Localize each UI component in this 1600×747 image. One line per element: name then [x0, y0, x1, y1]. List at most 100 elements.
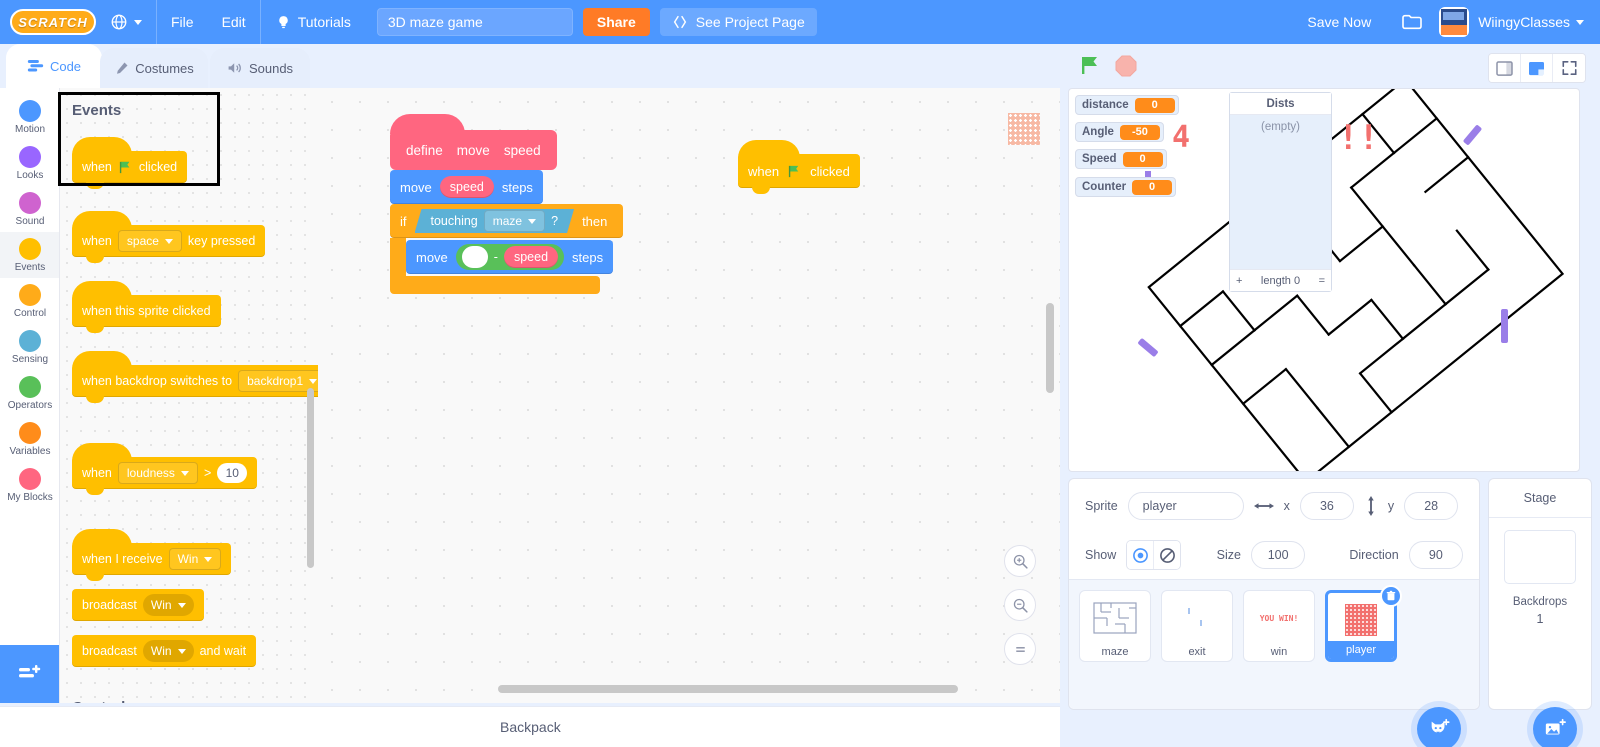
category-control[interactable]: Control — [0, 278, 60, 324]
block-move-speed-steps[interactable]: move speed steps — [390, 170, 543, 204]
see-project-page-button[interactable]: See Project Page — [659, 8, 817, 36]
add-extension-icon — [19, 665, 41, 678]
category-events[interactable]: Events — [0, 232, 60, 278]
category-looks[interactable]: Looks — [0, 140, 60, 186]
code-workspace[interactable]: define move speed move speed steps if to… — [318, 88, 1060, 703]
script-when-flag-clicked[interactable]: when clicked — [738, 140, 860, 194]
block-label: key pressed — [187, 234, 256, 248]
list-resize-handle[interactable]: = — [1319, 275, 1325, 287]
large-stage-button[interactable] — [1521, 54, 1553, 82]
block-when-flag-clicked[interactable]: when clicked — [738, 140, 860, 194]
zoom-out-button[interactable] — [1004, 589, 1036, 621]
block-subtract-operator[interactable]: - speed — [455, 244, 565, 270]
sprite-thumb-win[interactable]: YOU WIN! win — [1243, 590, 1315, 662]
sprite-info-panel: Sprite player x 36 y 28 Show Size 100 Di… — [1068, 478, 1480, 710]
eye-icon — [1132, 547, 1148, 563]
monitor-speed[interactable]: Speed 0 — [1075, 149, 1167, 169]
share-button[interactable]: Share — [582, 8, 650, 36]
key-dropdown[interactable]: space — [117, 230, 182, 252]
scratch-logo[interactable]: SCRATCH — [10, 9, 96, 35]
file-menu[interactable]: File — [157, 0, 208, 44]
block-if-then[interactable]: if touching maze ? then — [390, 204, 624, 238]
small-stage-button[interactable] — [1489, 54, 1521, 82]
category-my-blocks[interactable]: My Blocks — [0, 462, 60, 508]
block-move-minus-speed-steps[interactable]: move - speed steps — [406, 240, 614, 274]
y-position-input[interactable]: 28 — [1404, 492, 1459, 520]
broadcast-message-dropdown[interactable]: Win — [142, 594, 194, 616]
category-sound[interactable]: Sound — [0, 186, 60, 232]
monitor-list-dists[interactable]: Dists (empty) + length 0 = — [1229, 92, 1332, 292]
sprite-name-input[interactable]: player — [1127, 492, 1244, 520]
stage[interactable]: 4 N!!! distance 0 Angle -50 Speed 0 Coun… — [1068, 88, 1580, 472]
palette-block-when-this-sprite-clicked[interactable]: when this sprite clicked — [72, 281, 221, 333]
palette-scrollbar[interactable] — [307, 388, 314, 568]
zoom-reset-button[interactable] — [1004, 633, 1036, 665]
account-chevron-down-icon[interactable] — [1576, 19, 1584, 25]
tab-code-label: Code — [49, 58, 82, 74]
block-palette[interactable]: Events when clicked when space key press… — [60, 88, 318, 703]
loudness-dropdown[interactable]: loudness — [117, 462, 198, 484]
backdrop-dropdown[interactable]: backdrop1 — [238, 370, 318, 392]
green-flag-button[interactable] — [1078, 53, 1104, 79]
palette-block-when-i-receive[interactable]: when I receive Win — [72, 529, 232, 581]
add-extension-button[interactable] — [0, 645, 60, 703]
tab-code[interactable]: Code — [6, 44, 102, 88]
block-touching-maze[interactable]: touching maze ? — [415, 209, 575, 233]
avatar[interactable] — [1439, 7, 1470, 37]
backpack-bar[interactable]: Backpack — [0, 706, 1060, 747]
username-label[interactable]: WiingyClasses — [1478, 14, 1570, 30]
palette-block-when-loudness[interactable]: when loudness > 10 — [72, 443, 258, 495]
category-variables[interactable]: Variables — [0, 416, 60, 462]
show-visible-button[interactable] — [1127, 541, 1154, 569]
tutorials-menu[interactable]: Tutorials — [261, 0, 365, 44]
show-hidden-button[interactable] — [1153, 541, 1180, 569]
operand-left-input[interactable] — [461, 246, 488, 268]
chevron-down-icon — [180, 470, 189, 476]
monitor-angle[interactable]: Angle -50 — [1075, 122, 1164, 142]
zoom-in-button[interactable] — [1004, 545, 1036, 577]
palette-block-when-key-pressed[interactable]: when space key pressed — [72, 211, 266, 263]
delete-sprite-button[interactable] — [1380, 585, 1402, 607]
tab-costumes[interactable]: Costumes — [100, 48, 208, 88]
sprite-thumb-art — [1162, 595, 1232, 641]
palette-block-broadcast[interactable]: broadcast Win — [72, 589, 204, 621]
x-position-input[interactable]: 36 — [1299, 492, 1354, 520]
touching-target-dropdown[interactable]: maze — [484, 210, 545, 232]
palette-block-when-backdrop-switches[interactable]: when backdrop switches to backdrop1 — [72, 351, 318, 403]
arg-speed-reporter[interactable]: speed — [439, 176, 494, 198]
palette-block-broadcast-and-wait[interactable]: broadcast Win and wait — [72, 635, 257, 667]
save-now-button[interactable]: Save Now — [1293, 14, 1385, 30]
category-operators[interactable]: Operators — [0, 370, 60, 416]
fullscreen-button[interactable] — [1553, 54, 1585, 82]
choose-a-backdrop-button[interactable] — [1533, 707, 1577, 747]
edit-menu[interactable]: Edit — [208, 0, 260, 44]
language-selector[interactable] — [96, 0, 156, 44]
stage-backdrop-thumbnail[interactable] — [1504, 530, 1576, 584]
monitor-counter[interactable]: Counter 0 — [1075, 177, 1177, 197]
size-input[interactable]: 100 — [1250, 541, 1306, 569]
stop-button[interactable] — [1114, 54, 1138, 78]
exit-thumbnail-icon — [1188, 608, 1202, 626]
block-define-move[interactable]: define move speed — [390, 114, 557, 170]
category-motion[interactable]: Motion — [0, 94, 60, 140]
loudness-threshold-input[interactable]: 10 — [217, 463, 248, 483]
tab-sounds[interactable]: Sounds — [210, 48, 310, 88]
sprite-thumb-player[interactable]: player — [1325, 585, 1402, 662]
palette-block-when-flag-clicked[interactable]: when clicked — [72, 137, 188, 189]
message-dropdown[interactable]: Win — [168, 548, 222, 570]
sprite-thumb-exit[interactable]: exit — [1161, 590, 1233, 662]
backpack-label: Backpack — [500, 719, 561, 735]
direction-input[interactable]: 90 — [1408, 541, 1464, 569]
category-sensing[interactable]: Sensing — [0, 324, 60, 370]
operand-right-speed-reporter[interactable]: speed — [503, 246, 559, 268]
broadcast-wait-dropdown[interactable]: Win — [142, 640, 194, 662]
folder-icon[interactable] — [1401, 13, 1423, 31]
monitor-distance[interactable]: distance 0 — [1075, 95, 1179, 115]
choose-a-sprite-button[interactable] — [1417, 707, 1461, 747]
workspace-horizontal-scrollbar[interactable] — [498, 685, 958, 693]
project-title-input[interactable] — [376, 8, 573, 36]
workspace-vertical-scrollbar[interactable] — [1046, 303, 1054, 393]
sprite-thumb-maze[interactable]: maze — [1079, 590, 1151, 662]
define-label: define — [406, 142, 443, 158]
list-add-button[interactable]: + — [1236, 275, 1242, 287]
